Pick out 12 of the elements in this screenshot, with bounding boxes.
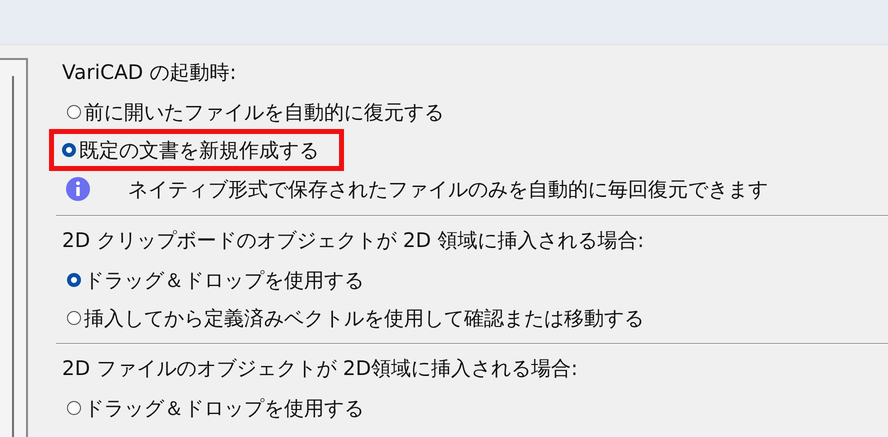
- radio-option[interactable]: ドラッグ＆ドロップを使用する: [58, 387, 373, 429]
- radio-button[interactable]: [67, 273, 81, 287]
- radio-option[interactable]: 既定の文書を新規作成する: [49, 129, 344, 171]
- radio-button[interactable]: [62, 143, 76, 157]
- info-icon: [66, 177, 90, 201]
- group-heading: 2D クリップボードのオブジェクトが 2D 領域に挿入される場合:: [62, 227, 644, 253]
- radio-button[interactable]: [67, 311, 81, 325]
- info-text: ネイティブ形式で保存されたファイルのみを自動的に毎回復元できます: [128, 176, 768, 202]
- group-heading: VariCAD の起動時:: [62, 59, 236, 85]
- radio-button[interactable]: [67, 105, 81, 119]
- group-heading: 2D ファイルのオブジェクトが 2D領域に挿入される場合:: [62, 355, 578, 381]
- radio-button[interactable]: [67, 401, 81, 415]
